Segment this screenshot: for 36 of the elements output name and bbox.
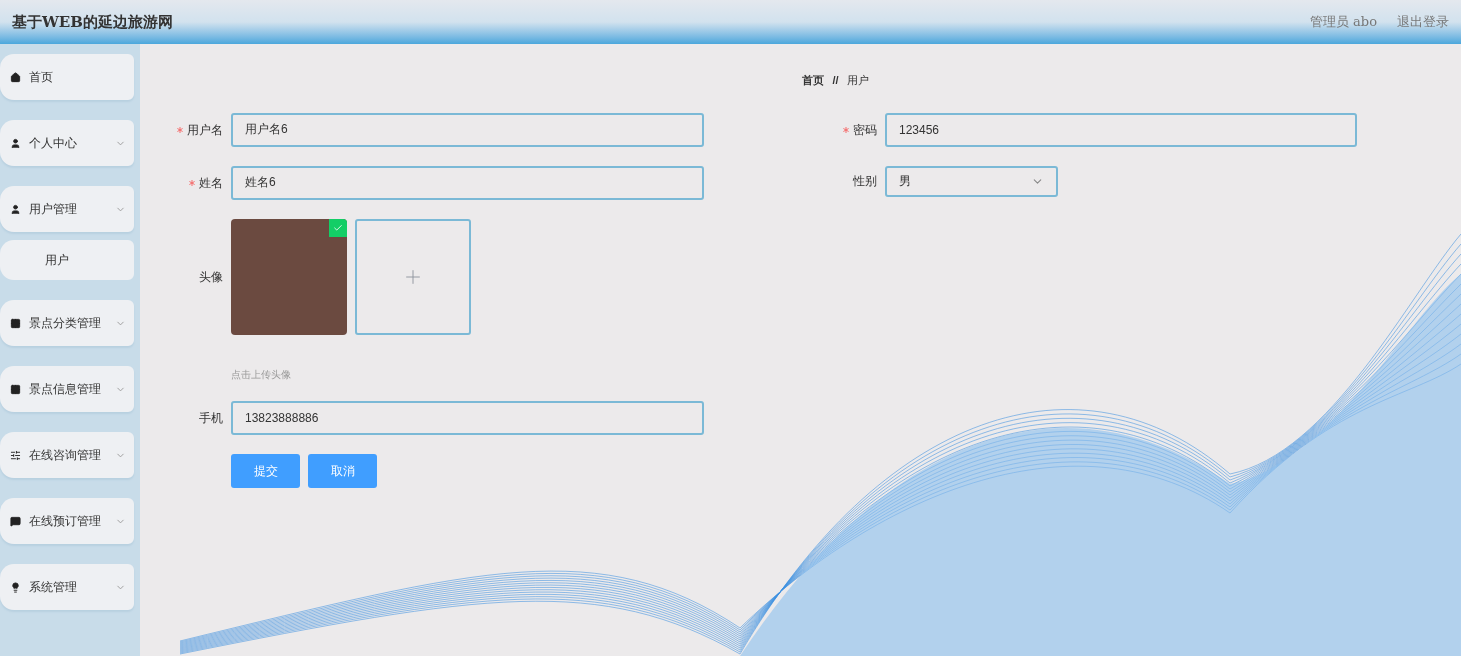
field-label: 手机 — [199, 409, 223, 427]
text-field[interactable]: 姓名6 — [231, 165, 704, 200]
breadcrumb-home[interactable]: 首页 — [802, 72, 825, 89]
sidebar-item[interactable]: 用户管理 — [0, 186, 134, 232]
user-icon — [10, 137, 21, 149]
home-icon — [10, 71, 21, 83]
logout-link[interactable]: 退出登录 — [1397, 12, 1449, 32]
sidebar-item[interactable]: 在线咨询管理 — [0, 432, 134, 478]
gender-select[interactable]: 男 — [885, 165, 1058, 197]
sidebar-item[interactable]: 景点信息管理 — [0, 366, 134, 412]
text-field[interactable]: 13823888886 — [231, 400, 704, 435]
chat-icon — [10, 515, 21, 527]
lightbulb-icon — [10, 581, 21, 593]
upload-button[interactable] — [355, 218, 471, 335]
sidebar-item[interactable]: 在线预订管理 — [0, 498, 134, 544]
sidebar-item[interactable]: 系统管理 — [0, 564, 134, 610]
site-title: 基于WEB的延边旅游网 — [12, 11, 173, 33]
user-icon — [10, 203, 21, 215]
sliders-icon — [10, 449, 21, 461]
breadcrumb-current: 用户 — [846, 73, 869, 88]
field-label: 姓名 — [199, 174, 223, 192]
field-label: 性别 — [853, 173, 877, 190]
required-asterisk-icon — [843, 126, 849, 133]
breadcrumb-separator: // — [832, 73, 839, 88]
required-asterisk-icon — [189, 179, 195, 186]
text-field[interactable]: 用户名6 — [231, 112, 704, 147]
sidebar-item[interactable]: 景点分类管理 — [0, 300, 134, 346]
required-asterisk-icon — [177, 126, 183, 133]
admin-name: 管理员 abo — [1309, 13, 1377, 32]
sidebar-subitem[interactable]: 用户 — [0, 240, 134, 280]
field-label: 用户名 — [187, 121, 223, 139]
sidebar-item[interactable]: 个人中心 — [0, 120, 134, 166]
field-label: 密码 — [853, 121, 877, 139]
sidebar-item[interactable]: 首页 — [0, 54, 134, 100]
field-label: 头像 — [199, 268, 223, 286]
text-field[interactable]: 123456 — [885, 112, 1357, 147]
